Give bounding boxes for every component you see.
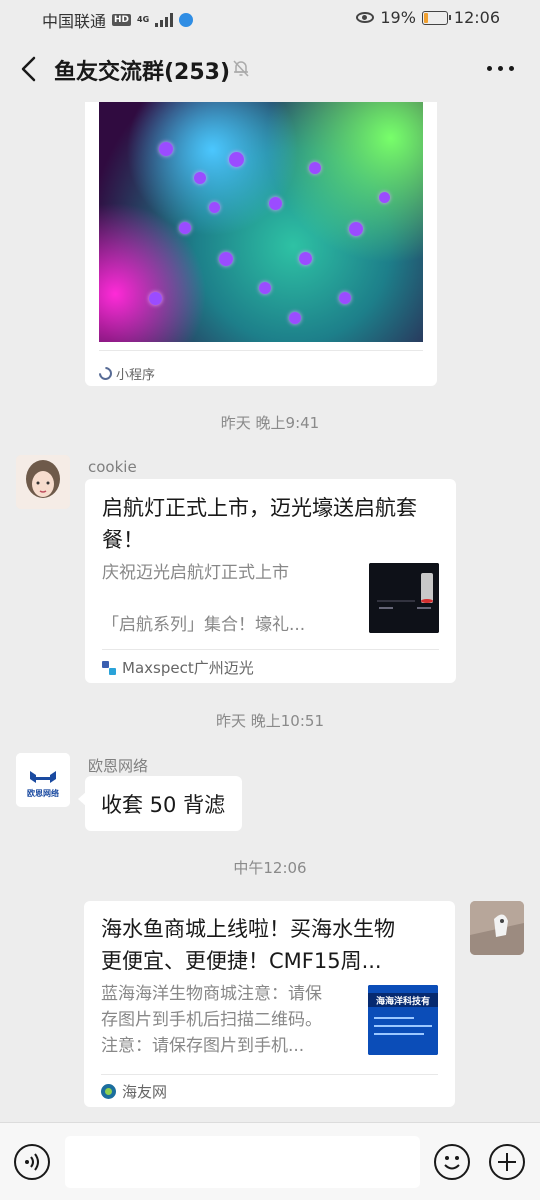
- mini-program-label: 小程序: [96, 364, 155, 383]
- article-thumbnail: [369, 563, 439, 633]
- sender-name: cookie: [88, 458, 137, 476]
- mute-bell-icon: [233, 60, 249, 77]
- chat-title: 鱼友交流群(253): [54, 60, 231, 85]
- battery-icon: [421, 10, 451, 25]
- article-description: 蓝海海洋生物商城注意：请保 存图片到手机后扫描二维码。 注意：请保存图片到手机.…: [101, 984, 322, 1056]
- article-thumbnail: 海海洋科技有: [368, 985, 438, 1055]
- more-icon[interactable]: [487, 66, 514, 71]
- article-source: Maxspect广州迈光: [102, 657, 254, 678]
- chat-header: 鱼友交流群(253): [0, 36, 540, 102]
- article-card[interactable]: 海水鱼商城上线啦！买海水生物 更便宜、更便捷！CMF15周... 蓝海海洋生物商…: [84, 901, 455, 1107]
- input-bar: [0, 1122, 540, 1200]
- plus-icon[interactable]: [489, 1144, 525, 1180]
- hd-icon: HD: [112, 14, 132, 26]
- clock: 12:06: [453, 8, 500, 27]
- article-title: 海水鱼商城上线啦！买海水生物 更便宜、更便捷！CMF15周...: [101, 917, 395, 973]
- coral-image: [99, 102, 423, 342]
- browser-notification-icon: [179, 13, 194, 27]
- message-list[interactable]: 小程序 昨天 晚上9:41 cookie 启航灯正式上市，迈光壕送启航套餐！ 庆…: [0, 102, 540, 1122]
- status-bar: 中国联通 HD 4G 19% 12:06: [0, 0, 540, 36]
- haiyou-logo-icon: [101, 1084, 116, 1099]
- network-type: 4G: [137, 15, 150, 24]
- avatar[interactable]: 欧恩网络: [16, 753, 70, 807]
- svg-text:海海洋科技有: 海海洋科技有: [376, 995, 430, 1007]
- carrier-name: 中国联通: [42, 12, 107, 31]
- mini-program-icon: [96, 364, 115, 383]
- svg-text:欧恩网络: 欧恩网络: [27, 788, 59, 798]
- maxspect-logo-icon: [102, 660, 116, 675]
- avatar[interactable]: [16, 455, 70, 509]
- article-source: 海友网: [101, 1081, 167, 1102]
- sender-name: 欧恩网络: [88, 757, 149, 775]
- article-title: 启航灯正式上市，迈光壕送启航套餐！: [102, 496, 417, 552]
- message-input[interactable]: [65, 1136, 420, 1188]
- back-icon[interactable]: [18, 56, 42, 82]
- emoji-icon[interactable]: [434, 1144, 470, 1180]
- article-card[interactable]: 启航灯正式上市，迈光壕送启航套餐！ 庆祝迈光启航灯正式上市 「启航系列」集合！壕…: [85, 479, 456, 683]
- timestamp: 昨天 晚上9:41: [220, 414, 320, 432]
- voice-icon[interactable]: [14, 1144, 50, 1180]
- signal-icon: [155, 13, 174, 27]
- timestamp: 中午12:06: [233, 859, 307, 877]
- eye-icon: [356, 12, 375, 23]
- text-message[interactable]: 收套 50 背滤: [78, 776, 242, 831]
- battery-percent: 19%: [380, 8, 416, 27]
- mini-program-card[interactable]: 小程序: [85, 102, 437, 386]
- self-avatar[interactable]: [470, 901, 524, 955]
- timestamp: 昨天 晚上10:51: [216, 712, 324, 730]
- divider: [102, 649, 439, 650]
- divider: [99, 350, 423, 351]
- article-description: 庆祝迈光启航灯正式上市 「启航系列」集合！壕礼...: [102, 563, 306, 635]
- divider: [101, 1074, 438, 1075]
